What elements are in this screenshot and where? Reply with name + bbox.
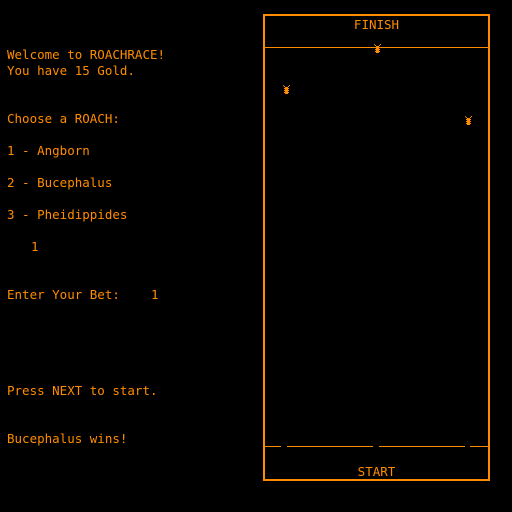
welcome-text: Welcome to ROACHRACE! — [7, 47, 166, 62]
roach-icon-angborn — [283, 85, 290, 94]
bet-input[interactable]: 1 — [151, 288, 159, 302]
roach-icon-pheidippides — [465, 116, 472, 125]
roach-option-3: 3 - Pheidippides — [7, 207, 128, 222]
gold-text: You have 15 Gold. — [7, 63, 135, 78]
choose-prompt: Choose a ROACH: — [7, 111, 120, 126]
roach-option-2: 2 - Bucephalus — [7, 175, 113, 190]
start-line-segment — [470, 446, 488, 447]
finish-label: FINISH — [353, 17, 400, 32]
race-track: FINISH START — [263, 14, 490, 481]
roach-option-1: 1 - Angborn — [7, 143, 90, 158]
bet-label: Enter Your Bet: — [7, 287, 120, 302]
start-line-segment — [379, 446, 465, 447]
roach-icon-bucephalus — [374, 44, 381, 53]
roach-choice-input[interactable]: 1 — [31, 240, 39, 254]
start-label: START — [357, 464, 396, 479]
next-prompt: Press NEXT to start. — [7, 383, 158, 398]
start-line-segment — [287, 446, 373, 447]
result-text: Bucephalus wins! — [7, 431, 128, 446]
start-line-segment — [265, 446, 281, 447]
